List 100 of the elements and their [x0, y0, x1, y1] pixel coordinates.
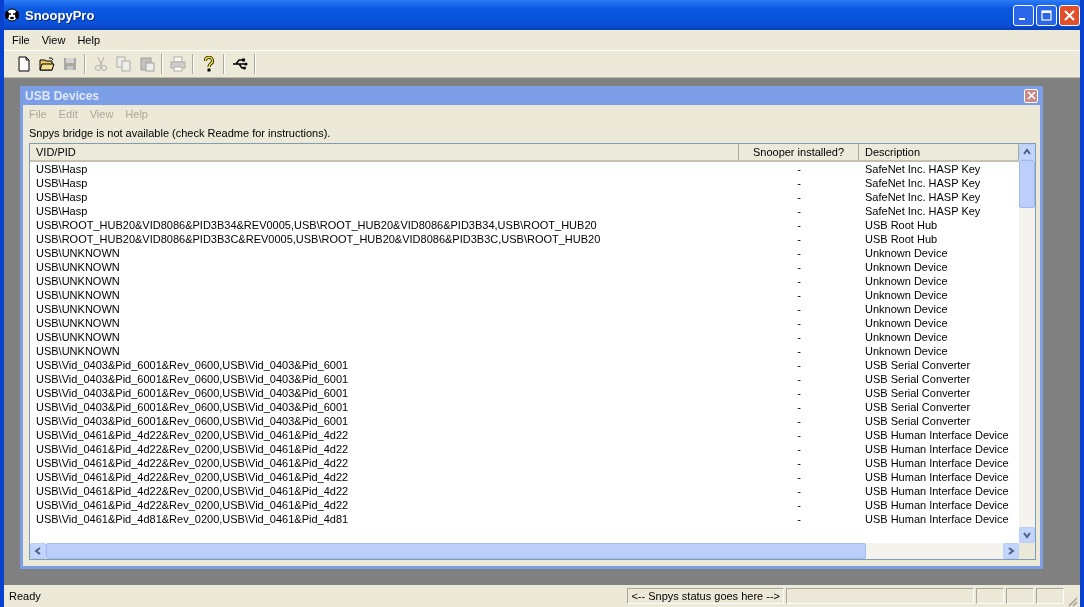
- status-message: Snpys bridge is not available (check Readme for instructions).: [29, 126, 332, 141]
- scroll-down-button[interactable]: [1019, 527, 1035, 543]
- maximize-button[interactable]: [1036, 4, 1057, 26]
- size-grip-icon: [1066, 595, 1078, 607]
- dog-head-icon: [4, 7, 20, 23]
- table-cell-text: USB\UNKNOWN: [35, 302, 121, 316]
- table-cell-text: USB\Vid_0461&Pid_4d22&Rev_0200,USB\Vid_0461&Pid_4d22: [35, 456, 350, 470]
- table-cell-text: USB\Vid_0461&Pid_4d22&Rev_0200,USB\Vid_0461&Pid_4d22: [35, 498, 350, 512]
- table-cell-text: USB Root Hub: [864, 218, 939, 232]
- table-cell-text: Unknown Device: [864, 288, 949, 302]
- status-pane: <-- Snpys status goes here -->: [627, 588, 784, 604]
- new-document-icon: [15, 56, 32, 72]
- table-cell-text: USB Human Interface Device: [864, 512, 1010, 526]
- menu-item[interactable]: File: [6, 34, 36, 46]
- table-cell-text: USB\ROOT_HUB20&VID8086&PID3B3C&REV0005,USB\ROOT_HUB20&VID8086&PID3B3C,USB\ROOT_HUB20: [35, 232, 602, 246]
- table-cell-text: USB\Vid_0403&Pid_6001&Rev_0600,USB\Vid_0403&Pid_6001: [35, 372, 350, 386]
- horizontal-scrollbar[interactable]: [30, 543, 1019, 559]
- table-cell-text: Unknown Device: [864, 260, 949, 274]
- close-icon: [1063, 8, 1076, 22]
- table-cell-text: Unknown Device: [864, 316, 949, 330]
- table-cell-text: USB\Hasp: [35, 176, 89, 190]
- table-cell-text: -: [796, 176, 802, 190]
- table-cell-text: -: [796, 218, 802, 232]
- table-cell-text: USB Root Hub: [864, 232, 939, 246]
- table-cell-text: SafeNet Inc. HASP Key: [864, 190, 982, 204]
- table-cell-text: -: [796, 162, 802, 176]
- table-cell-text: -: [796, 456, 802, 470]
- column-header[interactable]: VID/PID: [30, 144, 739, 160]
- table-cell-text: -: [796, 428, 802, 442]
- column-header[interactable]: Snooper installed?: [739, 144, 859, 160]
- table-cell-text: -: [796, 372, 802, 386]
- table-cell-text: USB Human Interface Device: [864, 428, 1010, 442]
- table-cell-text: USB\UNKNOWN: [35, 260, 121, 274]
- close-button[interactable]: [1059, 4, 1080, 26]
- table-cell-text: USB\Vid_0403&Pid_6001&Rev_0600,USB\Vid_0403&Pid_6001: [35, 358, 350, 372]
- scroll-right-button[interactable]: [1003, 543, 1019, 559]
- status-pane: Ready: [8, 589, 42, 604]
- table-cell-text: Unknown Device: [864, 302, 949, 316]
- menu-item[interactable]: Help: [71, 34, 106, 46]
- table-cell-text: USB\UNKNOWN: [35, 246, 121, 260]
- table-cell-text: USB\Vid_0461&Pid_4d22&Rev_0200,USB\Vid_0461&Pid_4d22: [35, 470, 350, 484]
- scroll-up-button[interactable]: [1019, 144, 1035, 160]
- status-pane: [976, 588, 1004, 604]
- vertical-scrollbar[interactable]: [1019, 144, 1035, 559]
- table-cell-text: -: [796, 204, 802, 218]
- table-cell-text: USB Serial Converter: [864, 372, 972, 386]
- table-cell-text: -: [796, 414, 802, 428]
- table-cell-text: USB\Vid_0403&Pid_6001&Rev_0600,USB\Vid_0403&Pid_6001: [35, 386, 350, 400]
- table-cell-text: USB Human Interface Device: [864, 470, 1010, 484]
- table-cell-text: -: [796, 274, 802, 288]
- scrollbar-thumb[interactable]: [46, 543, 866, 559]
- copy-icon: [115, 56, 132, 72]
- table-cell-text: USB Human Interface Device: [864, 456, 1010, 470]
- table-cell-text: Unknown Device: [864, 274, 949, 288]
- table-cell-text: USB\Hasp: [35, 190, 89, 204]
- table-cell-text: USB\Vid_0461&Pid_4d22&Rev_0200,USB\Vid_0461&Pid_4d22: [35, 428, 350, 442]
- table-cell-text: USB\Vid_0403&Pid_6001&Rev_0600,USB\Vid_0403&Pid_6001: [35, 414, 350, 428]
- table-cell-text: Unknown Device: [864, 246, 949, 260]
- table-cell-text: SafeNet Inc. HASP Key: [864, 176, 982, 190]
- table-cell-text: -: [796, 400, 802, 414]
- table-cell-text: -: [796, 512, 802, 526]
- table-cell-text: -: [796, 302, 802, 316]
- table-cell-text: USB Serial Converter: [864, 414, 972, 428]
- table-cell-text: -: [796, 246, 802, 260]
- table-cell-text: USB\Vid_0403&Pid_6001&Rev_0600,USB\Vid_0403&Pid_6001: [35, 400, 350, 414]
- scrollbar-corner: [1019, 543, 1035, 559]
- table-cell-text: USB\Vid_0461&Pid_4d81&Rev_0200,USB\Vid_0461&Pid_4d81: [35, 512, 350, 526]
- table-cell-text: USB Human Interface Device: [864, 442, 1010, 456]
- open-folder-icon: [38, 56, 55, 72]
- table-cell-text: USB\Hasp: [35, 204, 89, 218]
- status-pane: [1036, 588, 1064, 604]
- table-cell-text: Unknown Device: [864, 344, 949, 358]
- table-cell-text: USB\Vid_0461&Pid_4d22&Rev_0200,USB\Vid_0461&Pid_4d22: [35, 442, 350, 456]
- maximize-icon: [1040, 8, 1053, 22]
- table-cell-text: -: [796, 442, 802, 456]
- table-cell-text: -: [796, 498, 802, 512]
- table-cell-text: -: [796, 316, 802, 330]
- usb-icon: [231, 56, 248, 72]
- table-cell-text: -: [796, 288, 802, 302]
- close-icon: [1026, 91, 1036, 100]
- close-button[interactable]: [1024, 88, 1038, 103]
- scrollbar-thumb[interactable]: [1019, 160, 1035, 208]
- child-window-title: USB Devices: [25, 88, 100, 103]
- table-cell-text: SafeNet Inc. HASP Key: [864, 162, 982, 176]
- table-cell-text: USB\UNKNOWN: [35, 274, 121, 288]
- table-cell-text: -: [796, 470, 802, 484]
- table-cell-text: -: [796, 358, 802, 372]
- table-cell-text: -: [796, 344, 802, 358]
- table-cell-text: USB Serial Converter: [864, 400, 972, 414]
- table-cell-text: USB\UNKNOWN: [35, 330, 121, 344]
- minimize-button[interactable]: [1013, 4, 1034, 26]
- table-cell-text: USB Serial Converter: [864, 358, 972, 372]
- table-cell-text: USB\UNKNOWN: [35, 316, 121, 330]
- window-title: SnoopyPro: [25, 7, 95, 23]
- menu-item[interactable]: View: [35, 34, 72, 46]
- table-cell-text: -: [796, 330, 802, 344]
- table-cell-text: USB\UNKNOWN: [35, 344, 121, 358]
- scroll-left-button[interactable]: [30, 543, 46, 559]
- table-cell-text: SafeNet Inc. HASP Key: [864, 204, 982, 218]
- table-cell-text: USB\Vid_0461&Pid_4d22&Rev_0200,USB\Vid_0461&Pid_4d22: [35, 484, 350, 498]
